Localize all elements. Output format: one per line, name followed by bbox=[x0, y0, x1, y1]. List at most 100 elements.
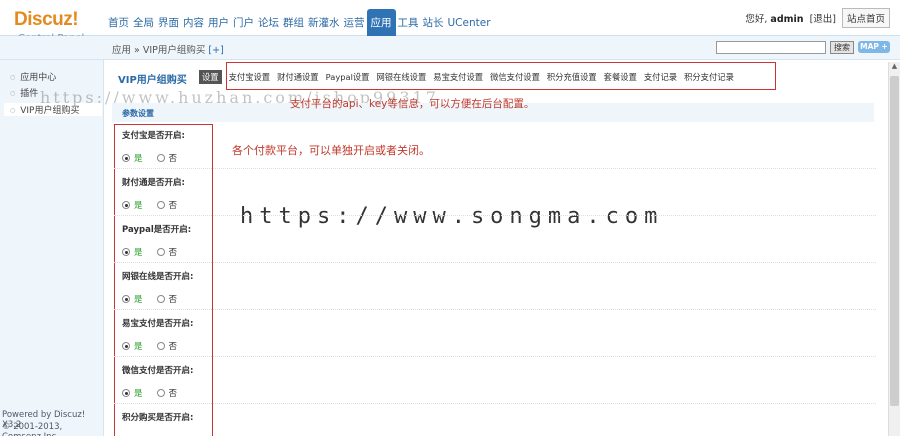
nav-item[interactable]: 界面 bbox=[156, 9, 181, 36]
yes-label: 是 bbox=[134, 389, 143, 399]
radio-no[interactable] bbox=[156, 389, 165, 397]
radio-yes[interactable] bbox=[122, 201, 130, 209]
username: admin bbox=[770, 14, 804, 25]
radio-no[interactable] bbox=[156, 295, 165, 303]
scrollbar-thumb[interactable] bbox=[890, 76, 899, 406]
payment-option: 支付宝是否开启: 是否 bbox=[122, 129, 218, 164]
tab-item[interactable]: 微信支付设置 bbox=[490, 71, 540, 83]
annotation-api-note: 支付平台的api、key等信息，可以方便在后台配置。 bbox=[290, 98, 535, 110]
tab-item[interactable]: 积分支付记录 bbox=[684, 71, 734, 83]
no-label: 否 bbox=[168, 154, 178, 164]
nav-item[interactable]: 全局 bbox=[131, 9, 156, 36]
nav-item[interactable]: 工具 bbox=[396, 9, 421, 36]
sidebar-item-app-center[interactable]: 应用中心 bbox=[10, 70, 56, 83]
section-label: 参数设置 bbox=[122, 109, 154, 118]
row-divider bbox=[114, 262, 876, 263]
watermark-songma: https://www.songma.com bbox=[240, 204, 664, 229]
payment-option: 易宝支付是否开启: 是否 bbox=[122, 317, 218, 352]
payment-option: 网银在线是否开启: 是否 bbox=[122, 270, 218, 305]
nav-item[interactable]: 站长 bbox=[421, 9, 446, 36]
nav-item[interactable]: 用户 bbox=[206, 9, 231, 36]
nav-item[interactable]: 首页 bbox=[106, 9, 131, 36]
row-divider bbox=[114, 168, 876, 169]
tab-item[interactable]: 财付通设置 bbox=[277, 71, 319, 83]
copyright: © 2001-2013, Comsenz Inc. bbox=[2, 422, 63, 436]
no-label: 否 bbox=[168, 295, 178, 305]
tab-item[interactable]: 支付记录 bbox=[644, 71, 677, 83]
add-shortcut-link[interactable]: [+] bbox=[208, 45, 223, 56]
no-label: 否 bbox=[168, 389, 178, 399]
scroll-up-icon[interactable]: ▲ bbox=[889, 62, 900, 74]
option-label: 财付通是否开启: bbox=[122, 178, 185, 188]
yes-label: 是 bbox=[134, 248, 143, 258]
option-radio-group: 是否 bbox=[122, 293, 218, 305]
option-radio-group: 是否 bbox=[122, 340, 218, 352]
option-radio-group: 是否 bbox=[122, 199, 218, 211]
payment-option: 微信支付是否开启: 是否 bbox=[122, 364, 218, 399]
nav-item[interactable]: 运营 bbox=[342, 9, 367, 36]
radio-yes[interactable] bbox=[122, 389, 130, 397]
row-divider bbox=[114, 309, 876, 310]
nav-item[interactable]: UCenter bbox=[446, 9, 493, 36]
option-label: 支付宝是否开启: bbox=[122, 131, 185, 141]
annotation-toggle-note: 各个付款平台，可以单独开启或者关闭。 bbox=[232, 144, 430, 157]
payment-option: 财付通是否开启: 是否 bbox=[122, 176, 218, 211]
nav-item[interactable]: 内容 bbox=[181, 9, 206, 36]
search-button[interactable]: 搜索 bbox=[830, 41, 854, 54]
breadcrumb-text: 应用 » VIP用户组购买 bbox=[112, 45, 206, 56]
nav-item[interactable]: 群组 bbox=[281, 9, 306, 36]
row-divider bbox=[114, 403, 876, 404]
no-label: 否 bbox=[168, 248, 178, 258]
tab-item[interactable]: 易宝支付设置 bbox=[433, 71, 483, 83]
tab-item[interactable]: 套餐设置 bbox=[604, 71, 637, 83]
radio-yes[interactable] bbox=[122, 342, 130, 350]
option-radio-group: 是否 bbox=[122, 246, 218, 258]
radio-no[interactable] bbox=[156, 154, 165, 162]
option-radio-group: 是否 bbox=[122, 387, 218, 399]
yes-label: 是 bbox=[134, 295, 143, 305]
tab-item[interactable]: 支付宝设置 bbox=[229, 71, 271, 83]
radio-yes[interactable] bbox=[122, 295, 130, 303]
yes-label: 是 bbox=[134, 342, 143, 352]
option-label: Paypal是否开启: bbox=[122, 225, 192, 235]
tab-item[interactable]: 积分充值设置 bbox=[547, 71, 597, 83]
header-user-area: 您好, admin [退出] 站点首页 bbox=[745, 8, 890, 28]
sidebar-item-plugins[interactable]: 插件 bbox=[10, 86, 38, 99]
radio-no[interactable] bbox=[156, 248, 165, 256]
radio-no[interactable] bbox=[156, 201, 165, 209]
main-nav: 首页 全局 界面 内容 用户 门户 论坛 群组 新灌水 运营 应用 工具 站长 UCenter bbox=[106, 9, 493, 36]
nav-item[interactable]: 门户 bbox=[231, 9, 256, 36]
option-label: 积分购买是否开启: bbox=[122, 413, 194, 423]
scrollbar[interactable]: ▲ bbox=[888, 62, 900, 436]
tab-item[interactable]: Paypal设置 bbox=[326, 71, 370, 83]
option-label: 微信支付是否开启: bbox=[122, 366, 194, 376]
tab-item[interactable]: 设置 bbox=[199, 70, 222, 84]
nav-item[interactable]: 论坛 bbox=[256, 9, 281, 36]
breadcrumb: 应用 » VIP用户组购买 [+] bbox=[112, 42, 224, 56]
no-label: 否 bbox=[168, 201, 178, 211]
site-home-button[interactable]: 站点首页 bbox=[841, 8, 890, 28]
sub-toolbar: 应用 » VIP用户组购买 [+] 搜索 MAP + bbox=[0, 36, 900, 60]
map-button[interactable]: MAP + bbox=[858, 41, 890, 53]
tab-item[interactable]: 网银在线设置 bbox=[376, 71, 426, 83]
option-label: 易宝支付是否开启: bbox=[122, 319, 194, 329]
radio-no[interactable] bbox=[156, 342, 165, 350]
payment-option: Paypal是否开启: 是否 bbox=[122, 223, 218, 258]
row-divider bbox=[114, 215, 876, 216]
payment-option: 积分购买是否开启:是否 bbox=[122, 411, 218, 436]
no-label: 否 bbox=[168, 342, 178, 352]
plus-icon: + bbox=[881, 42, 888, 51]
page-title: VIP用户组购买 bbox=[118, 75, 187, 86]
radio-yes[interactable] bbox=[122, 248, 130, 256]
search-input[interactable] bbox=[716, 41, 826, 54]
radio-yes[interactable] bbox=[122, 154, 130, 162]
left-sidebar: 应用中心 插件 VIP用户组购买 Powered by Discuz! X3.2… bbox=[0, 60, 104, 436]
discuz-logo[interactable]: Discuz! bbox=[14, 9, 79, 31]
top-header: Discuz! 首页 全局 界面 内容 用户 门户 论坛 群组 新灌水 运营 应用 工具 站长 UCent… bbox=[0, 0, 900, 36]
nav-item[interactable]: 新灌水 bbox=[306, 9, 342, 36]
option-label: 网银在线是否开启: bbox=[122, 272, 194, 282]
nav-item[interactable]: 应用 bbox=[366, 9, 396, 36]
option-radio-group: 是否 bbox=[122, 152, 218, 164]
logout-link[interactable]: [退出] bbox=[810, 11, 836, 25]
settings-tabs: 设置 支付宝设置 财付通设置 Paypal设置 网银在线设置 易宝支付设置 微信支付设置 积分… bbox=[199, 70, 741, 84]
